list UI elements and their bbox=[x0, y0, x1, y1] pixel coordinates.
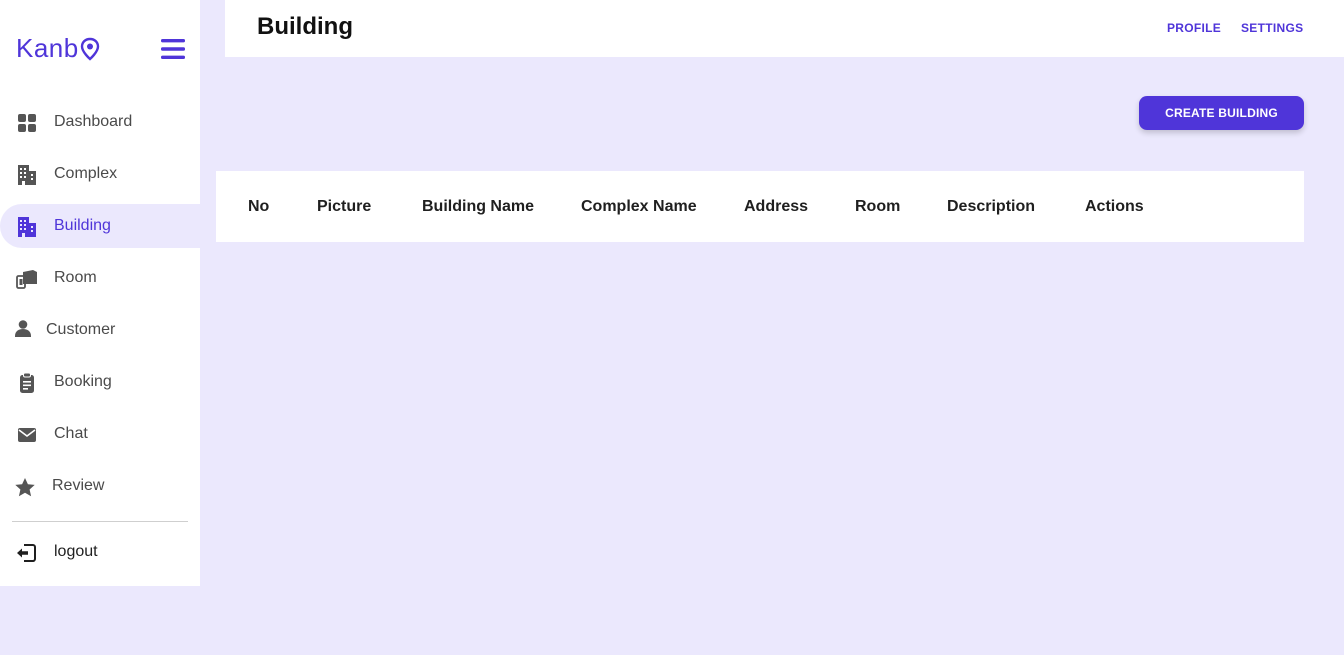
column-header-room: Room bbox=[855, 198, 901, 215]
column-header-description: Description bbox=[947, 198, 1036, 215]
sidebar-item-dashboard[interactable]: Dashboard bbox=[0, 100, 200, 144]
sidebar-item-label: Booking bbox=[54, 373, 112, 390]
top-bar: Building PROFILE SETTINGS bbox=[225, 0, 1344, 57]
sidebar-item-room[interactable]: Room bbox=[0, 256, 200, 300]
sidebar-item-chat[interactable]: Chat bbox=[0, 412, 200, 456]
sidebar-item-label: Dashboard bbox=[54, 113, 133, 130]
sidebar-item-building[interactable]: Building bbox=[0, 204, 200, 248]
column-header-no: No bbox=[248, 198, 270, 215]
column-header-address: Address bbox=[744, 198, 809, 215]
envelope-icon bbox=[16, 424, 38, 446]
office-building-icon bbox=[16, 164, 38, 186]
column-header-building-name: Building Name bbox=[422, 198, 535, 215]
sidebar-item-review[interactable]: Review bbox=[0, 464, 200, 508]
sidebar-item-label: Review bbox=[52, 477, 105, 494]
sign-out-icon bbox=[16, 544, 38, 566]
location-pin-icon bbox=[80, 37, 99, 61]
building-icon bbox=[16, 216, 38, 238]
brand-name: Kanb bbox=[16, 32, 79, 63]
sidebar-item-label: Complex bbox=[54, 165, 118, 182]
sidebar-nav: Dashboard Complex Building Room Customer… bbox=[0, 100, 200, 516]
brand-logo[interactable]: Kanb bbox=[16, 32, 100, 64]
sidebar: Kanb Dashboard Complex Building Room Cus… bbox=[0, 0, 200, 586]
buildings-table: No Picture Building Name Complex Name Ad… bbox=[216, 171, 1304, 242]
dashboard-grid-icon bbox=[16, 112, 38, 134]
hamburger-menu-icon[interactable] bbox=[161, 38, 185, 60]
user-icon bbox=[12, 318, 34, 340]
logout-button[interactable]: logout bbox=[0, 530, 200, 574]
column-header-complex-name: Complex Name bbox=[581, 198, 697, 215]
sidebar-item-label: Building bbox=[54, 217, 111, 234]
sidebar-item-booking[interactable]: Booking bbox=[0, 360, 200, 404]
sidebar-item-label: Chat bbox=[54, 425, 88, 442]
clipboard-icon bbox=[16, 372, 38, 394]
room-door-icon bbox=[16, 268, 38, 290]
page-title: Building bbox=[257, 13, 353, 40]
column-header-actions: Actions bbox=[1085, 198, 1144, 215]
profile-link[interactable]: PROFILE bbox=[1167, 21, 1221, 35]
sidebar-item-label: Room bbox=[54, 269, 97, 286]
star-icon bbox=[14, 476, 36, 498]
sidebar-item-complex[interactable]: Complex bbox=[0, 152, 200, 196]
sidebar-item-label: Customer bbox=[46, 321, 116, 338]
column-header-picture: Picture bbox=[317, 198, 372, 215]
logout-label: logout bbox=[54, 543, 98, 560]
sidebar-divider bbox=[12, 521, 188, 522]
create-building-button[interactable]: CREATE BUILDING bbox=[1139, 96, 1304, 130]
sidebar-item-customer[interactable]: Customer bbox=[0, 308, 200, 352]
settings-link[interactable]: SETTINGS bbox=[1241, 21, 1303, 35]
